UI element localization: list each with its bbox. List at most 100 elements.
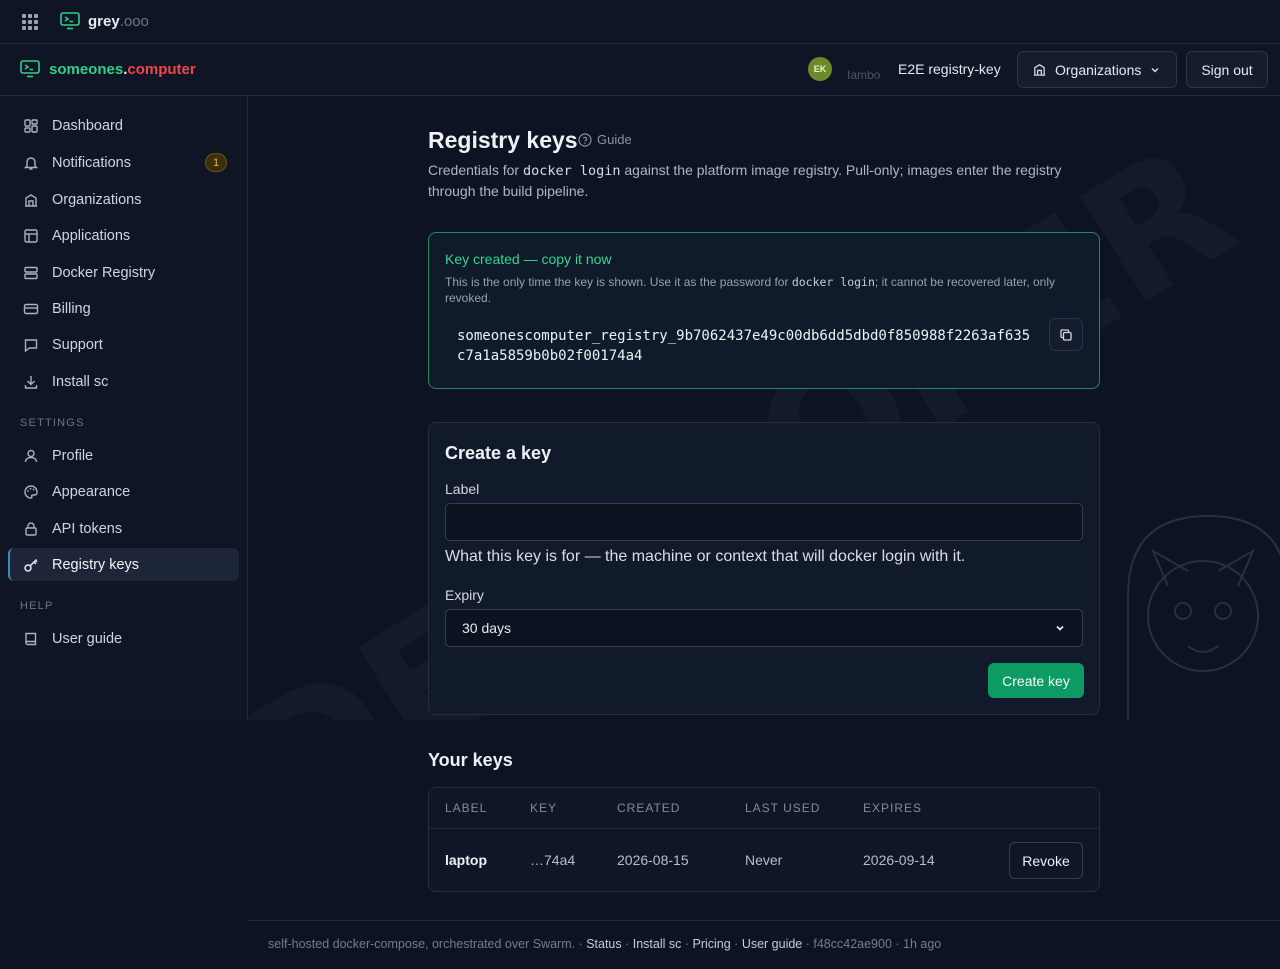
- description-text: Credentials for: [428, 162, 523, 178]
- key-icon: [24, 558, 38, 572]
- grey-name: grey: [88, 12, 120, 30]
- sidebar-item-organizations[interactable]: Organizations: [8, 183, 239, 216]
- footer-link-status[interactable]: Status: [586, 937, 621, 951]
- key-created-note: This is the only time the key is shown. …: [445, 274, 1075, 306]
- sidebar-item-label: Docker Registry: [52, 264, 156, 281]
- label-hint: What this key is for — the machine or co…: [445, 548, 966, 565]
- help-circle-icon: [578, 132, 592, 147]
- key-created-title: Key created — copy it now: [445, 251, 612, 267]
- page-title: Registry keys: [428, 127, 578, 153]
- grey-brand[interactable]: grey.ooo: [60, 12, 149, 30]
- chevron-down-icon: [1151, 67, 1159, 73]
- sidebar-item-notifications[interactable]: Notifications 1: [8, 146, 239, 179]
- expiry-select[interactable]: 30 days: [445, 609, 1083, 647]
- footer-link-pricing[interactable]: Pricing: [692, 937, 730, 951]
- create-key-title: Create a key: [445, 443, 552, 463]
- brand-part-a: someones: [49, 60, 124, 78]
- sidebar-item-dashboard[interactable]: Dashboard: [8, 109, 239, 142]
- grey-tld: .ooo: [119, 12, 149, 30]
- column-header-last-used: LAST USED: [745, 801, 821, 815]
- footer-link-install-sc[interactable]: Install sc: [633, 937, 682, 951]
- brand-logo[interactable]: someones.computer: [20, 60, 196, 78]
- column-header-expires: EXPIRES: [863, 801, 923, 815]
- apps-grid-icon[interactable]: [22, 14, 38, 30]
- settings-section-heading: SETTINGS: [20, 417, 85, 429]
- sidebar-item-label: Billing: [52, 300, 91, 317]
- footer-separator: ·: [891, 937, 904, 951]
- sidebar-item-label: Support: [52, 336, 103, 353]
- organizations-label: Organizations: [1055, 61, 1142, 78]
- sign-out-button[interactable]: Sign out: [1186, 51, 1268, 88]
- column-header-label: LABEL: [445, 801, 488, 815]
- revoke-button[interactable]: Revoke: [1009, 842, 1083, 879]
- footer-separator: ·: [621, 937, 633, 951]
- footer-separator: ·: [730, 937, 742, 951]
- description-code: docker login: [522, 163, 621, 179]
- key-created-card: Key created — copy it now This is the on…: [428, 232, 1100, 389]
- terminal-monitor-icon: [60, 12, 80, 30]
- organizations-dropdown[interactable]: Organizations: [1017, 51, 1177, 88]
- footer-separator: ·: [681, 937, 693, 951]
- book-icon: [25, 632, 37, 645]
- sidebar-item-label: Dashboard: [52, 117, 123, 134]
- sidebar-item-user-guide[interactable]: User guide: [8, 622, 239, 655]
- copy-key-button[interactable]: [1049, 318, 1083, 351]
- terminal-monitor-icon: [20, 60, 40, 78]
- expiry-field-label: Expiry: [445, 587, 484, 603]
- sidebar: Dashboard Notifications 1 Organizations …: [0, 96, 248, 720]
- chevron-down-icon: [1056, 625, 1064, 631]
- sidebar-item-label: Install sc: [52, 373, 109, 390]
- sidebar-item-label: Profile: [52, 447, 94, 464]
- user-subtext: Iambo: [847, 68, 881, 82]
- sidebar-item-label: Organizations: [52, 191, 142, 208]
- sidebar-item-billing[interactable]: Billing: [8, 292, 239, 325]
- sidebar-item-label: Applications: [52, 227, 131, 244]
- footer-ago: 1h ago: [903, 937, 942, 951]
- dashboard-icon: [24, 118, 38, 133]
- label-input[interactable]: [445, 503, 1083, 541]
- user-icon: [24, 449, 38, 462]
- table-header-row: LABEL KEY CREATED LAST USED EXPIRES: [429, 788, 1099, 829]
- footer-separator: ·: [802, 937, 814, 951]
- sidebar-item-api-tokens[interactable]: API tokens: [8, 512, 239, 545]
- footer-link-user-guide[interactable]: User guide: [742, 937, 802, 951]
- building-icon: [1033, 64, 1046, 76]
- sidebar-item-install-sc[interactable]: Install sc: [8, 365, 239, 398]
- created-key-value[interactable]: someonescomputer_registry_9b7062437e49c0…: [457, 326, 1032, 366]
- header: someones.computer EK Iambo E2E registry-…: [0, 44, 1280, 96]
- sidebar-item-label: Registry keys: [52, 556, 140, 573]
- guide-link[interactable]: Guide: [578, 132, 632, 147]
- sidebar-item-registry-keys[interactable]: Registry keys: [8, 548, 239, 581]
- notification-count-badge: 1: [205, 153, 227, 172]
- keys-table: LABEL KEY CREATED LAST USED EXPIRES lapt…: [428, 787, 1100, 892]
- help-section-heading: HELP: [20, 600, 54, 612]
- server-icon: [24, 266, 38, 279]
- bell-icon: [23, 156, 39, 170]
- top-bar: grey.ooo: [0, 0, 1280, 44]
- sidebar-item-applications[interactable]: Applications: [8, 219, 239, 252]
- sidebar-item-label: User guide: [52, 630, 123, 647]
- sidebar-item-support[interactable]: Support: [8, 328, 239, 361]
- guide-label: Guide: [597, 132, 632, 147]
- sidebar-item-appearance[interactable]: Appearance: [8, 475, 239, 508]
- footer-text: self-hosted docker-compose, orchestrated…: [268, 937, 587, 951]
- page-description: Credentials for docker login against the…: [428, 160, 1108, 201]
- download-icon: [24, 375, 38, 389]
- key-last-used-cell: Never: [745, 852, 783, 868]
- note-text: This is the only time the key is shown. …: [445, 275, 792, 289]
- key-created-cell: 2026-08-15: [617, 852, 689, 868]
- building-icon: [25, 193, 37, 207]
- sidebar-item-label: Notifications: [52, 154, 131, 171]
- layout-icon: [24, 228, 38, 243]
- key-suffix-cell: …74a4: [530, 852, 576, 868]
- current-org-label: E2E registry-key: [898, 61, 1001, 77]
- avatar[interactable]: EK: [808, 57, 832, 81]
- column-header-created: CREATED: [617, 801, 681, 815]
- credit-card-icon: [23, 303, 39, 314]
- sidebar-item-label: API tokens: [52, 520, 123, 537]
- lock-icon: [25, 521, 37, 536]
- create-key-button[interactable]: Create key: [988, 663, 1084, 698]
- sidebar-item-profile[interactable]: Profile: [8, 439, 239, 472]
- sidebar-item-docker-registry[interactable]: Docker Registry: [8, 256, 239, 289]
- note-code: docker login: [791, 275, 875, 289]
